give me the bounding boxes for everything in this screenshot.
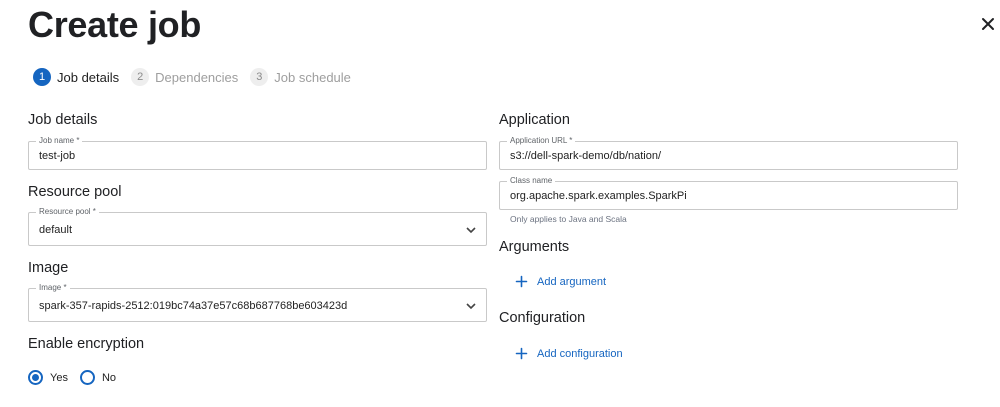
- radio-checked-icon: [28, 370, 43, 385]
- chevron-down-icon: [466, 227, 476, 234]
- plus-icon: [515, 275, 528, 288]
- close-button[interactable]: [978, 14, 998, 34]
- radio-label: Yes: [50, 371, 68, 384]
- add-argument-label: Add argument: [537, 275, 607, 288]
- radio-label: No: [101, 371, 117, 384]
- image-value: spark-357-rapids-2512:019bc74a37e57c68b6…: [39, 300, 348, 312]
- image-select[interactable]: Image * spark-357-rapids-2512:019bc74a37…: [28, 282, 487, 322]
- configuration-heading: Configuration: [499, 310, 586, 326]
- image-label: Image *: [36, 282, 70, 294]
- job-details-heading: Job details: [28, 112, 98, 128]
- step-number: 2: [131, 68, 150, 86]
- step-job-schedule[interactable]: 3 Job schedule: [250, 68, 351, 86]
- page-title: Create job: [28, 4, 202, 45]
- step-dependencies[interactable]: 2 Dependencies: [131, 68, 238, 86]
- step-number: 1: [33, 68, 51, 86]
- resource-pool-label: Resource pool *: [36, 206, 99, 218]
- stepper: 1 Job details 2 Dependencies 3 Job sched…: [33, 68, 363, 86]
- class-name-field[interactable]: Class name org.apache.spark.examples.Spa…: [499, 175, 958, 210]
- class-name-value: org.apache.spark.examples.SparkPi: [510, 190, 687, 202]
- add-argument-button[interactable]: Add argument: [515, 275, 606, 288]
- class-name-label: Class name: [507, 175, 556, 187]
- step-label: Job details: [57, 69, 120, 85]
- add-configuration-button[interactable]: Add configuration: [515, 347, 623, 360]
- job-name-field[interactable]: Job name * test-job: [28, 135, 487, 170]
- job-name-value: test-job: [39, 150, 76, 162]
- step-label: Job schedule: [274, 69, 351, 85]
- application-url-label: Application URL *: [507, 135, 576, 147]
- application-heading: Application: [499, 112, 570, 128]
- add-configuration-label: Add configuration: [537, 347, 623, 360]
- arguments-heading: Arguments: [499, 239, 570, 255]
- image-heading: Image: [28, 260, 69, 276]
- application-url-field[interactable]: Application URL * s3://dell-spark-demo/d…: [499, 135, 958, 170]
- step-number: 3: [250, 68, 269, 86]
- resource-pool-select[interactable]: Resource pool * default: [28, 206, 487, 246]
- chevron-down-icon: [466, 303, 476, 310]
- close-icon: [982, 18, 994, 30]
- encryption-no-radio[interactable]: No: [79, 370, 117, 385]
- resource-pool-value: default: [39, 224, 73, 236]
- step-label: Dependencies: [155, 69, 239, 85]
- encryption-heading: Enable encryption: [28, 336, 145, 352]
- job-name-label: Job name *: [36, 135, 83, 147]
- application-url-value: s3://dell-spark-demo/db/nation/: [510, 150, 662, 162]
- step-job-details[interactable]: 1 Job details: [33, 68, 119, 86]
- encryption-yes-radio[interactable]: Yes: [28, 370, 68, 385]
- class-name-helper-text: Only applies to Java and Scala: [510, 214, 627, 224]
- radio-unchecked-icon: [79, 370, 95, 385]
- encryption-radio-group: Yes No: [28, 370, 128, 385]
- resource-pool-heading: Resource pool: [28, 184, 122, 200]
- plus-icon: [515, 347, 528, 360]
